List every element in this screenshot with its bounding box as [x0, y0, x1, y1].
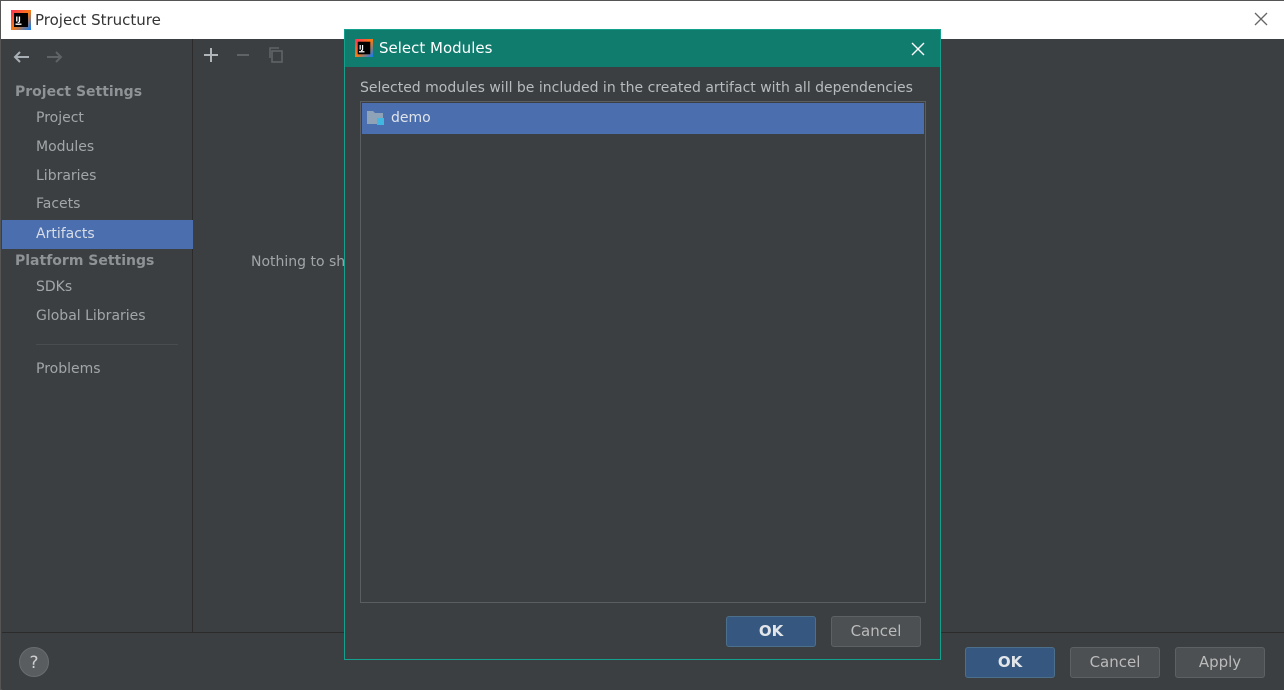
ok-button[interactable]: OK	[965, 647, 1055, 678]
module-folder-icon	[366, 109, 386, 127]
dialog-title-bar: IJ Select Modules	[345, 30, 940, 67]
back-arrow-icon[interactable]	[10, 47, 34, 67]
project-settings-header: Project Settings	[15, 84, 143, 100]
help-button[interactable]: ?	[19, 647, 49, 677]
sidebar-item-project[interactable]: Project	[2, 104, 193, 133]
sidebar-item-modules[interactable]: Modules	[2, 133, 193, 162]
dialog-description: Selected modules will be included in the…	[360, 80, 913, 96]
sidebar-item-sdks[interactable]: SDKs	[2, 273, 193, 302]
sidebar-item-facets[interactable]: Facets	[2, 190, 193, 219]
cancel-button[interactable]: Cancel	[1070, 647, 1160, 678]
module-name: demo	[391, 110, 431, 126]
copy-icon[interactable]	[266, 45, 286, 65]
select-modules-dialog: IJ Select Modules Selected modules will …	[344, 29, 941, 660]
sidebar-item-global-libraries[interactable]: Global Libraries	[2, 302, 193, 331]
window-title: Project Structure	[35, 11, 161, 29]
svg-text:IJ: IJ	[359, 44, 364, 51]
svg-text:IJ: IJ	[16, 16, 21, 24]
apply-button[interactable]: Apply	[1175, 647, 1265, 678]
intellij-logo-icon: IJ	[355, 39, 373, 57]
platform-settings-header: Platform Settings	[15, 253, 155, 269]
sidebar: Project Settings Project Modules Librari…	[2, 39, 193, 632]
intellij-logo-icon: IJ	[11, 10, 31, 30]
sidebar-item-libraries[interactable]: Libraries	[2, 162, 193, 191]
sidebar-item-problems[interactable]: Problems	[2, 355, 193, 384]
add-icon[interactable]	[201, 45, 221, 65]
forward-arrow-icon[interactable]	[42, 47, 66, 67]
dialog-close-icon[interactable]	[908, 39, 928, 59]
dialog-cancel-button[interactable]: Cancel	[831, 616, 921, 647]
empty-state-text: Nothing to sho	[251, 254, 354, 270]
list-item[interactable]: demo	[362, 103, 924, 134]
dialog-title: Select Modules	[379, 39, 493, 57]
dialog-ok-button[interactable]: OK	[726, 616, 816, 647]
window-close-icon[interactable]	[1251, 9, 1271, 29]
module-list[interactable]: demo	[360, 101, 926, 603]
sidebar-item-artifacts[interactable]: Artifacts	[2, 220, 193, 249]
remove-icon[interactable]	[233, 45, 253, 65]
sidebar-divider	[36, 344, 178, 345]
